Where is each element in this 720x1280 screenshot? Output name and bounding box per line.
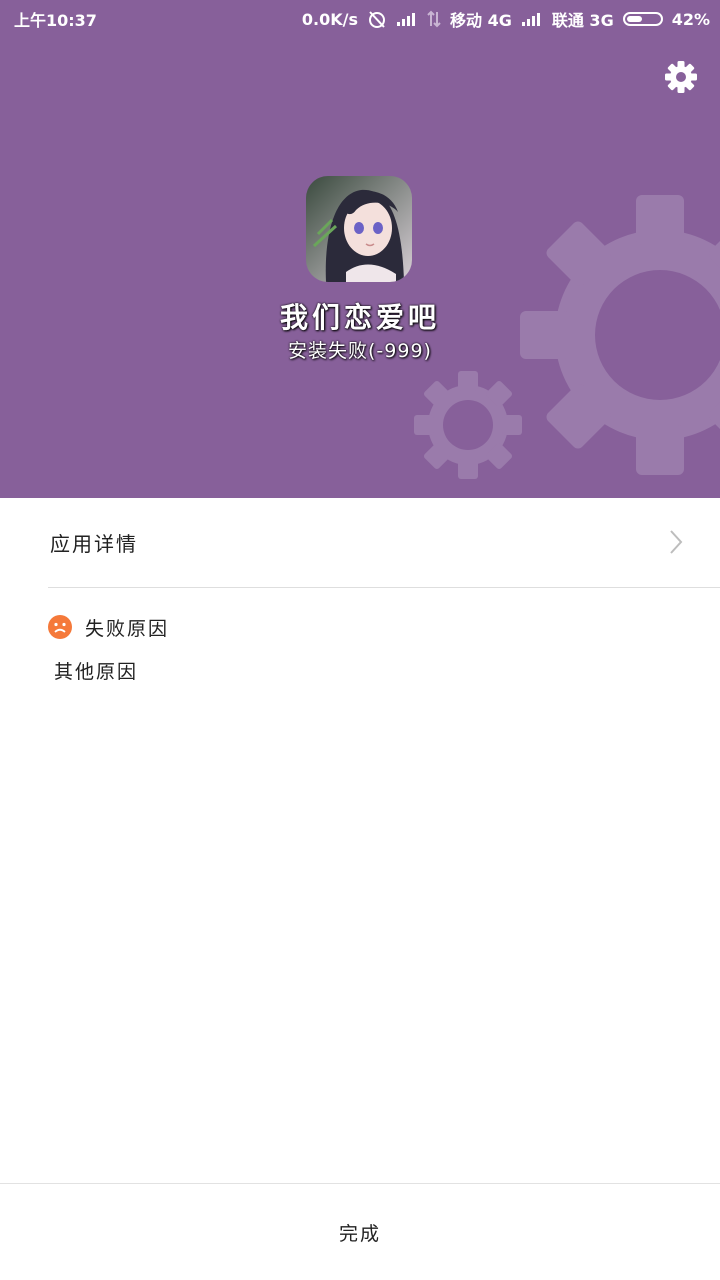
gear-icon[interactable] (664, 60, 698, 94)
background-gear-small-icon (414, 371, 522, 479)
net-speed: 0.0K/s (301, 9, 359, 29)
failure-reason-header: 失败原因 (48, 612, 169, 642)
failure-reason-text: 其他原因 (54, 661, 139, 683)
data-arrows-icon (427, 10, 441, 28)
header-panel: 上午10:37 0.0K/s 移动 4G 联通 3G 42% 我们恋爱吧 安装失… (0, 0, 720, 498)
carrier-2: 联通 3G (551, 11, 614, 30)
failure-reason-title: 失败原因 (85, 617, 170, 640)
alarm-off-icon (369, 11, 386, 28)
app-details-label: 应用详情 (50, 532, 138, 556)
app-name: 我们恋爱吧 (279, 301, 440, 334)
app-details-row[interactable]: 应用详情 (0, 498, 720, 588)
sad-face-icon (48, 615, 72, 639)
chevron-right-icon (670, 530, 683, 554)
done-button[interactable]: 完成 (0, 1184, 720, 1280)
status-time: 上午10:37 (14, 11, 97, 30)
app-icon (306, 176, 412, 282)
divider (48, 587, 720, 588)
signal-hd-icon (397, 13, 416, 26)
battery-icon (622, 12, 663, 26)
status-icons: 0.0K/s 移动 4G 联通 3G 42% (302, 7, 710, 31)
signal-icon (521, 13, 540, 26)
carrier-1: 移动 4G (450, 11, 512, 30)
status-bar: 上午10:37 0.0K/s 移动 4G 联通 3G 42% (0, 0, 720, 36)
battery-percent: 42% (671, 9, 710, 29)
install-status: 安装失败(-999) (288, 340, 432, 362)
